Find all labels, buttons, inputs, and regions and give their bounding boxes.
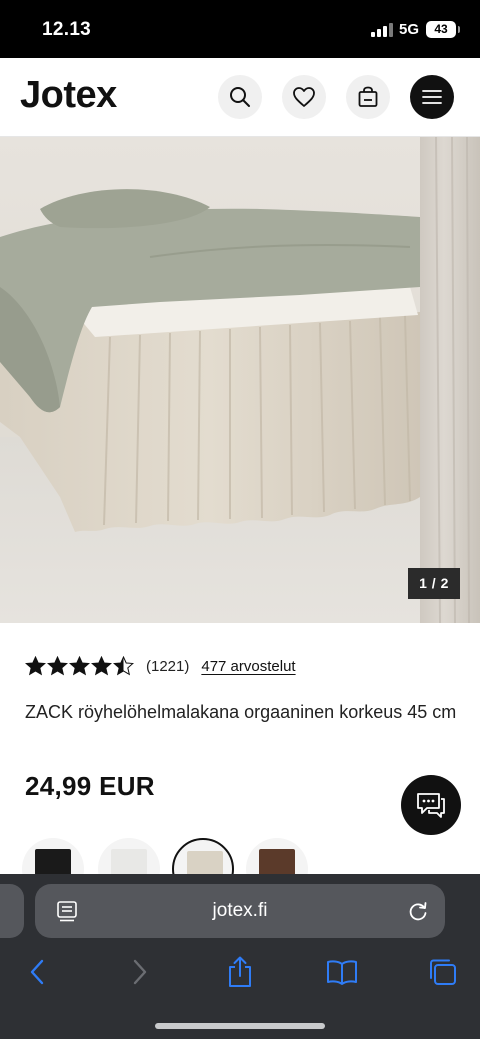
share-icon — [229, 956, 251, 987]
address-bar[interactable]: jotex.fi — [35, 884, 445, 938]
previous-tab-preview[interactable] — [0, 884, 24, 938]
tabs-button[interactable] — [426, 956, 460, 988]
url-text: jotex.fi — [212, 900, 268, 921]
star-icon — [69, 656, 90, 676]
share-button[interactable] — [223, 956, 257, 988]
menu-button[interactable] — [410, 75, 454, 119]
site-header: Jotex — [0, 58, 480, 137]
image-pager: 1 / 2 — [408, 568, 460, 599]
status-time: 12.13 — [42, 19, 92, 40]
forward-icon — [133, 959, 147, 985]
star-icon — [47, 656, 68, 676]
product-photo — [0, 137, 480, 623]
home-indicator[interactable] — [155, 1023, 325, 1029]
rating-row: (1221) 477 arvostelut — [25, 655, 296, 677]
hamburger-menu-icon — [422, 90, 442, 104]
cellular-signal-icon — [371, 23, 393, 37]
rating-count: (1221) — [146, 657, 190, 675]
reviews-link[interactable]: 477 arvostelut — [201, 658, 295, 675]
search-icon — [230, 87, 250, 107]
bookmarks-button[interactable] — [325, 956, 359, 988]
network-type: 5G — [399, 21, 420, 38]
shopping-bag-icon — [358, 86, 378, 107]
browser-toolbar: jotex.fi — [0, 874, 480, 1039]
favorites-button[interactable] — [282, 75, 326, 119]
product-title: ZACK röyhelöhelmalakana orgaaninen korke… — [25, 702, 457, 722]
color-swatches — [22, 838, 322, 900]
star-rating — [25, 656, 134, 676]
battery-icon: 43 — [426, 21, 460, 38]
search-button[interactable] — [218, 75, 262, 119]
product-price: 24,99 EUR — [25, 771, 155, 801]
back-button[interactable] — [20, 956, 54, 988]
forward-button[interactable] — [123, 956, 157, 988]
chat-button[interactable] — [401, 775, 461, 835]
star-icon — [113, 656, 134, 676]
status-bar: 12.13 5G 43 — [0, 0, 480, 58]
star-icon — [25, 656, 46, 676]
bookmarks-icon — [327, 960, 357, 985]
star-icon — [91, 656, 112, 676]
chat-icon — [417, 793, 445, 818]
jotex-logo[interactable]: Jotex — [20, 74, 117, 117]
tabs-icon — [430, 959, 456, 985]
product-image-gallery[interactable]: 1 / 2 — [0, 137, 480, 623]
back-icon — [30, 959, 44, 985]
cart-button[interactable] — [346, 75, 390, 119]
reload-icon[interactable] — [407, 900, 429, 922]
heart-icon — [293, 87, 315, 107]
